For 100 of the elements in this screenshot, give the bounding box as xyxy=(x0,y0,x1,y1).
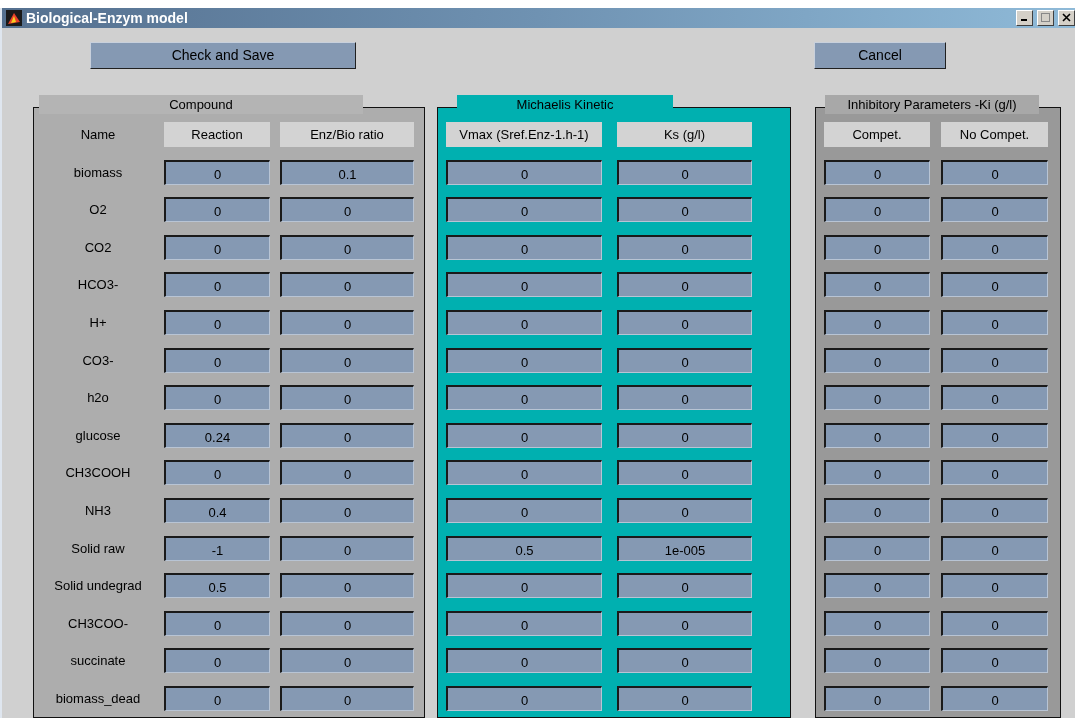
value-field[interactable]: 0 xyxy=(941,573,1048,599)
value-field[interactable]: 0 xyxy=(280,234,414,260)
compound-name: HCO3- xyxy=(76,276,120,295)
value-field[interactable]: 0 xyxy=(446,347,602,373)
value-field[interactable]: 0.5 xyxy=(164,573,270,599)
value-field[interactable]: 0.24 xyxy=(164,422,270,448)
value-field[interactable]: 0 xyxy=(941,497,1048,523)
value-field[interactable]: 0 xyxy=(824,610,930,636)
value-field[interactable]: 0 xyxy=(824,197,930,223)
value-field[interactable]: 0 xyxy=(617,385,752,411)
value-field[interactable]: 0 xyxy=(280,685,414,711)
value-field[interactable]: 0 xyxy=(824,272,930,298)
value-field[interactable]: 0 xyxy=(824,460,930,486)
dialog-button[interactable]: Cancel xyxy=(814,41,946,69)
value-field[interactable]: 0 xyxy=(280,385,414,411)
value-field[interactable]: 0 xyxy=(446,159,602,185)
value-field[interactable]: 0 xyxy=(280,309,414,335)
compound-name: h2o xyxy=(86,389,110,408)
value-field[interactable]: 0 xyxy=(164,610,270,636)
value-field[interactable]: 0 xyxy=(941,648,1048,674)
value-field[interactable]: 0 xyxy=(617,685,752,711)
maximize-button[interactable] xyxy=(1037,9,1054,26)
value-field[interactable]: 0 xyxy=(617,573,752,599)
value-field[interactable]: 0 xyxy=(824,347,930,373)
value-field[interactable]: 0 xyxy=(280,272,414,298)
value-field[interactable]: 0 xyxy=(446,497,602,523)
value-field[interactable]: 0 xyxy=(280,535,414,561)
value-field[interactable]: 0 xyxy=(617,347,752,373)
value-field[interactable]: 0 xyxy=(280,347,414,373)
compound-name: O2 xyxy=(88,201,108,220)
value-field[interactable]: 0 xyxy=(280,197,414,223)
value-field[interactable]: 0 xyxy=(164,685,270,711)
value-field[interactable]: 0 xyxy=(824,234,930,260)
value-field[interactable]: 0.1 xyxy=(280,159,414,185)
value-field[interactable]: 0 xyxy=(617,422,752,448)
value-field[interactable]: 0 xyxy=(164,648,270,674)
value-field[interactable]: 0 xyxy=(941,385,1048,411)
value-field[interactable]: 0 xyxy=(446,385,602,411)
value-field[interactable]: 0 xyxy=(941,610,1048,636)
value-field[interactable]: 0 xyxy=(446,573,602,599)
value-field[interactable]: 0 xyxy=(824,685,930,711)
value-field[interactable]: 0 xyxy=(617,460,752,486)
value-field[interactable]: 0 xyxy=(941,272,1048,298)
value-field[interactable]: 0 xyxy=(446,610,602,636)
dialog-button[interactable]: Check and Save xyxy=(90,41,356,69)
value-field[interactable]: 0 xyxy=(824,573,930,599)
value-field[interactable]: 0 xyxy=(941,685,1048,711)
value-field[interactable]: 0 xyxy=(446,685,602,711)
value-field[interactable]: 0 xyxy=(617,159,752,185)
value-field[interactable]: 0 xyxy=(617,610,752,636)
value-field[interactable]: 0 xyxy=(280,610,414,636)
value-field[interactable]: 0 xyxy=(824,422,930,448)
value-field[interactable]: 0 xyxy=(446,309,602,335)
value-field[interactable]: 0 xyxy=(164,159,270,185)
value-field[interactable]: 0 xyxy=(164,385,270,411)
value-field[interactable]: 0 xyxy=(941,460,1048,486)
minimize-button[interactable] xyxy=(1016,9,1033,26)
value-field[interactable]: 0 xyxy=(280,573,414,599)
value-field[interactable]: 0 xyxy=(280,422,414,448)
value-field[interactable]: 0 xyxy=(446,234,602,260)
value-field[interactable]: -1 xyxy=(164,535,270,561)
close-button[interactable] xyxy=(1058,9,1075,26)
value-field[interactable]: 0 xyxy=(824,535,930,561)
value-field[interactable]: 0 xyxy=(164,234,270,260)
window-title: Biological-Enzym model xyxy=(26,9,189,26)
value-field[interactable]: 0 xyxy=(824,159,930,185)
value-field[interactable]: 0 xyxy=(280,497,414,523)
value-field[interactable]: 0 xyxy=(164,309,270,335)
value-field[interactable]: 0 xyxy=(941,535,1048,561)
value-field[interactable]: 0 xyxy=(824,648,930,674)
value-field[interactable]: 0 xyxy=(824,309,930,335)
value-field[interactable]: 0 xyxy=(941,197,1048,223)
value-field[interactable]: 0 xyxy=(164,197,270,223)
value-field[interactable]: 0 xyxy=(617,497,752,523)
value-field[interactable]: 0 xyxy=(617,272,752,298)
value-field[interactable]: 0 xyxy=(941,309,1048,335)
close-icon xyxy=(1062,13,1071,23)
value-field[interactable]: 0 xyxy=(446,197,602,223)
value-field[interactable]: 0.4 xyxy=(164,497,270,523)
value-field[interactable]: 0 xyxy=(617,648,752,674)
value-field[interactable]: 0 xyxy=(617,309,752,335)
value-field[interactable]: 0 xyxy=(280,648,414,674)
value-field[interactable]: 1e-005 xyxy=(617,535,752,561)
value-field[interactable]: 0 xyxy=(941,234,1048,260)
value-field[interactable]: 0 xyxy=(446,648,602,674)
value-field[interactable]: 0 xyxy=(446,422,602,448)
value-field[interactable]: 0 xyxy=(941,422,1048,448)
value-field[interactable]: 0 xyxy=(164,347,270,373)
value-field[interactable]: 0 xyxy=(941,347,1048,373)
value-field[interactable]: 0.5 xyxy=(446,535,602,561)
value-field[interactable]: 0 xyxy=(164,460,270,486)
value-field[interactable]: 0 xyxy=(617,197,752,223)
value-field[interactable]: 0 xyxy=(446,272,602,298)
value-field[interactable]: 0 xyxy=(164,272,270,298)
value-field[interactable]: 0 xyxy=(941,159,1048,185)
value-field[interactable]: 0 xyxy=(446,460,602,486)
value-field[interactable]: 0 xyxy=(824,385,930,411)
value-field[interactable]: 0 xyxy=(617,234,752,260)
value-field[interactable]: 0 xyxy=(824,497,930,523)
value-field[interactable]: 0 xyxy=(280,460,414,486)
